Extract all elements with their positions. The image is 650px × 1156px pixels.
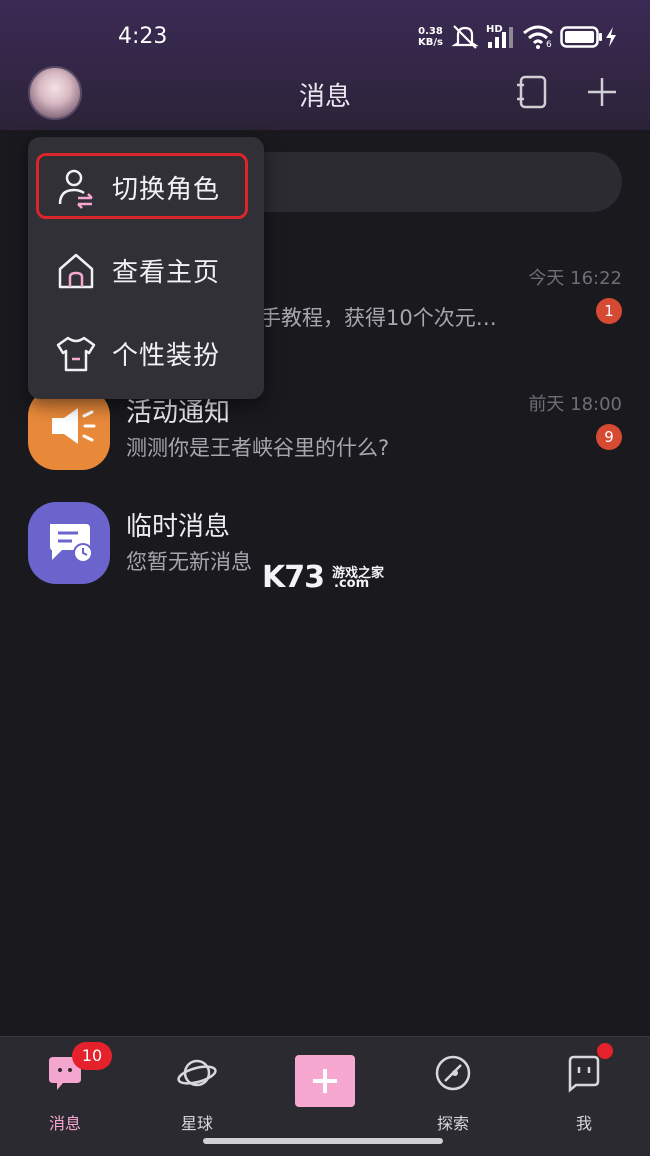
- conversation-preview: 测测你是王者峡谷里的什么?: [126, 436, 390, 460]
- tshirt-icon: [56, 336, 96, 372]
- temp-message-icon: [28, 502, 110, 584]
- unread-badge: 9: [596, 424, 622, 450]
- me-icon: [568, 1055, 600, 1093]
- header-bar: 4:23 0.38 KB/s HD 6 消息: [0, 0, 650, 130]
- menu-item-label: 查看主页: [112, 258, 221, 288]
- conversation-time: 今天 16:22: [528, 268, 622, 289]
- home-icon: [58, 253, 94, 289]
- watermark-domain: .com: [334, 576, 370, 591]
- signal-icon: [488, 27, 513, 48]
- net-speed-value: 0.38: [418, 26, 443, 37]
- popup-menu: 切换角色 查看主页 个性装扮: [28, 137, 264, 399]
- status-bar: 4:23 0.38 KB/s HD 6: [0, 0, 650, 70]
- tab-label: 我: [575, 1114, 592, 1133]
- conversation-item-temp[interactable]: 临时消息 您暂无新消息: [0, 502, 650, 602]
- conversation-preview: 您暂无新消息: [126, 550, 252, 574]
- tab-me[interactable]: 我: [544, 1053, 624, 1133]
- menu-item-view-homepage[interactable]: 查看主页: [28, 236, 264, 302]
- message-badge: 10: [72, 1042, 112, 1070]
- publish-button[interactable]: [295, 1055, 355, 1107]
- megaphone-icon: [28, 388, 110, 470]
- plus-icon: [313, 1069, 337, 1093]
- watermark-brand: K73: [262, 560, 325, 595]
- conversation-name: 临时消息: [126, 512, 231, 542]
- home-indicator[interactable]: [203, 1138, 443, 1144]
- menu-item-label: 个性装扮: [112, 341, 221, 371]
- tab-planet[interactable]: 星球: [157, 1053, 237, 1133]
- tab-label: 探索: [436, 1114, 469, 1133]
- unread-badge: 1: [596, 298, 622, 324]
- menu-item-label: 切换角色: [112, 175, 221, 205]
- status-time: 4:23: [118, 24, 168, 49]
- explore-icon: [435, 1055, 471, 1091]
- tab-label: 星球: [180, 1114, 213, 1133]
- menu-item-personalize[interactable]: 个性装扮: [28, 319, 264, 385]
- net-speed-unit: KB/s: [418, 37, 443, 48]
- conversation-preview: 手教程，获得10个次元…: [260, 306, 497, 330]
- wifi-label: 6: [546, 40, 552, 50]
- mute-bell-icon: [451, 25, 479, 49]
- battery-icon: [560, 26, 602, 48]
- conversation-item-activity[interactable]: 活动通知 测测你是王者峡谷里的什么? 前天 18:00 9: [0, 388, 650, 488]
- planet-icon: [177, 1059, 217, 1087]
- me-notification-dot: [597, 1043, 613, 1059]
- tab-label: 消息: [48, 1114, 81, 1133]
- menu-item-switch-role[interactable]: 切换角色: [36, 153, 248, 219]
- conversation-time: 前天 18:00: [528, 394, 622, 415]
- charging-icon: [606, 27, 616, 47]
- add-button[interactable]: [582, 72, 622, 112]
- tab-explore[interactable]: 探索: [413, 1053, 493, 1133]
- net-speed: 0.38 KB/s: [418, 26, 443, 48]
- contacts-book-icon[interactable]: [513, 72, 553, 112]
- switch-role-icon: [58, 169, 93, 209]
